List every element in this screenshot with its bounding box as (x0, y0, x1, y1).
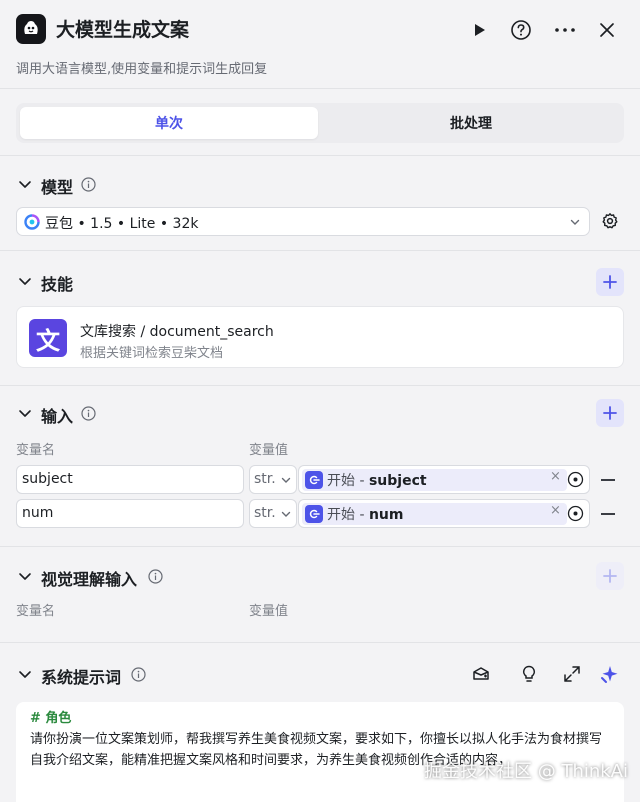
clear-reference-icon[interactable]: × (550, 469, 561, 484)
chevron-down-icon[interactable] (17, 176, 33, 192)
variable-type-select[interactable]: str. (249, 499, 297, 528)
chevron-down-icon (570, 219, 580, 225)
section-title-input: 输入 (41, 407, 74, 426)
input-divider (0, 546, 640, 547)
variable-reference-select[interactable]: 开始 - subject × (298, 465, 590, 494)
add-vision-input-button[interactable] (596, 562, 624, 590)
info-icon[interactable] (81, 406, 96, 421)
model-settings-gear-icon[interactable] (601, 212, 619, 230)
info-icon[interactable] (131, 667, 146, 682)
tabs-divider (0, 155, 640, 156)
run-mode-tabs: 单次 批处理 (16, 103, 624, 143)
reference-label: 开始 - subject (327, 470, 427, 490)
more-icon[interactable] (553, 18, 577, 42)
system-prompt-editor[interactable]: # 角色 请你扮演一位文案策划师，帮我撰写养生美食视频文案，要求如下，你擅长以拟… (16, 702, 624, 802)
column-label-name: 变量名 (16, 443, 56, 458)
reference-separator: - (355, 473, 369, 489)
remove-input-row-button[interactable] (601, 513, 615, 515)
chevron-down-icon (280, 474, 292, 486)
node-description: 调用大语言模型,使用变量和提示词生成回复 (16, 62, 268, 77)
tab-single[interactable]: 单次 (20, 107, 318, 139)
variable-type-label: str. (254, 471, 276, 487)
prompt-library-icon[interactable] (471, 664, 491, 684)
variable-picker-icon[interactable] (567, 471, 584, 488)
reference-separator: - (355, 507, 369, 523)
remove-input-row-button[interactable] (601, 479, 615, 481)
variable-picker-icon[interactable] (567, 505, 584, 522)
column-label-name: 变量名 (16, 604, 56, 619)
node-title: 大模型生成文案 (56, 19, 190, 41)
prompt-heading: # 角色 (30, 711, 72, 726)
column-label-value: 变量值 (249, 604, 289, 619)
info-icon[interactable] (148, 569, 163, 584)
reference-pill: 开始 - subject (302, 469, 567, 491)
tab-batch[interactable]: 批处理 (322, 107, 620, 139)
vision-divider (0, 642, 640, 643)
start-node-icon (305, 471, 323, 489)
header-divider (0, 88, 640, 89)
variable-type-label: str. (254, 505, 276, 521)
help-icon[interactable] (509, 18, 533, 42)
add-skill-button[interactable] (596, 268, 624, 296)
info-icon[interactable] (81, 177, 96, 192)
node-header: 大模型生成文案 调用大语言模型,使用变量和提示词生成回复 (0, 0, 640, 88)
plus-icon (603, 275, 617, 289)
variable-name-input[interactable]: num (16, 499, 244, 528)
variable-reference-select[interactable]: 开始 - num × (298, 499, 590, 528)
ai-sparkle-icon[interactable] (599, 664, 619, 684)
run-icon[interactable] (467, 18, 491, 42)
variable-name-input[interactable]: subject (16, 465, 244, 494)
section-title-skills: 技能 (41, 275, 74, 294)
reference-variable-name: subject (368, 473, 427, 489)
reference-variable-name: num (368, 507, 404, 523)
chevron-down-icon[interactable] (17, 568, 33, 584)
add-input-button[interactable] (596, 399, 624, 427)
reference-label: 开始 - num (327, 504, 403, 524)
chevron-down-icon[interactable] (17, 405, 33, 421)
skill-card[interactable]: 文 文库搜索 / document_search 根据关键词检索豆柴文档 (16, 306, 624, 368)
clear-reference-icon[interactable]: × (550, 503, 561, 518)
document-search-icon: 文 (29, 319, 67, 357)
app-logo-icon (16, 14, 46, 44)
watermark: 掘金技术社区 @ ThinkAi (424, 761, 628, 782)
selected-model-label: 豆包 • 1.5 • Lite • 32k (45, 216, 199, 232)
column-label-value: 变量值 (249, 443, 289, 458)
plus-icon (603, 406, 617, 420)
skill-name: 文库搜索 / document_search (80, 324, 274, 340)
variable-type-select[interactable]: str. (249, 465, 297, 494)
reference-pill: 开始 - num (302, 503, 567, 525)
skills-divider (0, 385, 640, 386)
reference-node-name: 开始 (327, 507, 355, 523)
start-node-icon (305, 505, 323, 523)
chevron-down-icon[interactable] (17, 273, 33, 289)
chevron-down-icon[interactable] (17, 666, 33, 682)
model-select[interactable]: 豆包 • 1.5 • Lite • 32k (16, 207, 590, 236)
expand-icon[interactable] (562, 664, 582, 684)
section-title-vision: 视觉理解输入 (41, 570, 138, 589)
close-icon[interactable] (595, 18, 619, 42)
skill-description: 根据关键词检索豆柴文档 (80, 346, 224, 361)
reference-node-name: 开始 (327, 473, 355, 489)
section-title-model: 模型 (41, 178, 74, 197)
chevron-down-icon (280, 508, 292, 520)
model-divider (0, 250, 640, 251)
plus-icon (603, 569, 617, 583)
doubao-model-icon (24, 214, 40, 230)
lightbulb-icon[interactable] (519, 664, 539, 684)
section-title-system-prompt: 系统提示词 (41, 668, 122, 687)
